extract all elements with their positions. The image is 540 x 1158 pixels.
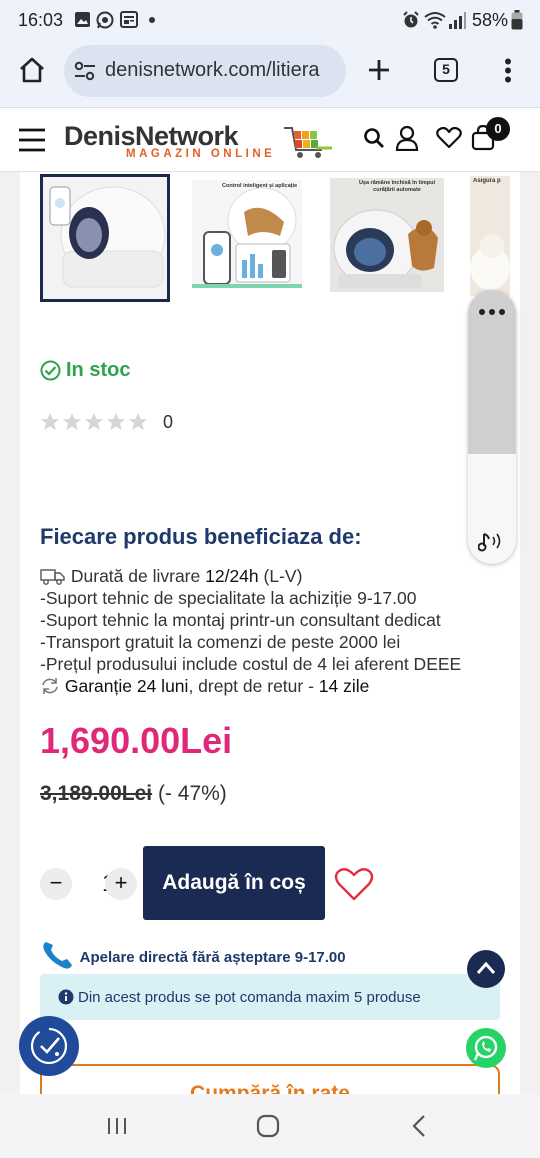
url-text: denisnetwork.com/litiera: [105, 59, 320, 81]
site-settings-icon[interactable]: [74, 61, 96, 81]
accessibility-icon: [30, 1027, 68, 1065]
whatsapp-icon: [96, 11, 114, 29]
star-icon: [129, 413, 147, 430]
home-nav-icon[interactable]: [256, 1114, 280, 1138]
more-menu-icon[interactable]: [504, 58, 512, 84]
battery-icon: [511, 10, 523, 30]
star-icons: [41, 413, 147, 430]
edge-side-panel[interactable]: [468, 290, 516, 564]
stock-label: In stoc: [66, 359, 131, 381]
product-thumbnail-2[interactable]: Control inteligent și aplicație: [192, 180, 302, 288]
system-navigation-bar: [0, 1094, 540, 1158]
current-price: 1,690.00Lei: [40, 720, 233, 761]
hamburger-menu-icon[interactable]: [18, 128, 46, 152]
new-tab-icon[interactable]: [367, 58, 391, 82]
signal-icon: [449, 12, 466, 29]
old-price: 3,189.00Lei: [40, 782, 153, 805]
logo-tagline: MAGAZIN ONLINE: [126, 148, 276, 160]
call-line-text: Apelare directă fără așteptare 9-17.00: [79, 949, 346, 966]
thumbnail-caption: Control inteligent și aplicație: [222, 183, 298, 189]
image-icon: [75, 12, 90, 27]
phone-icon: [43, 942, 72, 969]
address-bar[interactable]: denisnetwork.com/litiera: [64, 45, 346, 97]
more-dots-icon[interactable]: [478, 308, 506, 316]
check-circle-icon: [40, 360, 61, 381]
refresh-icon: [42, 678, 58, 694]
logo-cart-icon: [284, 127, 332, 158]
benefit-line: -Suport tehnic la montaj printr-un consu…: [40, 610, 441, 630]
wishlist-icon[interactable]: [436, 127, 462, 149]
delivery-value: 12/24h: [205, 566, 259, 586]
benefit-warranty: Garanție 24 luni, drept de retur - 14 zi…: [40, 676, 369, 697]
read-aloud-icon[interactable]: [478, 530, 506, 554]
cart-count-badge: 0: [486, 117, 510, 141]
delivery-suffix: (L-V): [263, 566, 303, 586]
old-price-row: 3,189.00Lei (- 47%): [40, 782, 227, 806]
whatsapp-chat-button[interactable]: [466, 1028, 506, 1068]
thumbnail-caption: Ușa rămâne închisă în timpul curățării a…: [358, 180, 436, 193]
buy-installments-button[interactable]: Cumpără în rate: [40, 1064, 500, 1094]
star-icon: [63, 413, 81, 430]
product-thumbnail-3[interactable]: Ușa rămâne închisă în timpul curățării a…: [330, 178, 444, 292]
warranty-middle: , drept de retur -: [188, 676, 314, 696]
benefits-heading: Fiecare produs beneficiaza de:: [40, 524, 362, 549]
star-icon: [41, 413, 59, 430]
wifi-icon: [424, 12, 446, 29]
tabs-icon[interactable]: 5: [434, 58, 458, 82]
page-content: Control inteligent și aplicație Ușa rămâ…: [0, 172, 540, 1094]
star-icon: [85, 413, 103, 430]
battery-percent: 58%: [472, 10, 509, 30]
quantity-increase-button[interactable]: +: [105, 868, 137, 900]
chevron-up-icon: [476, 961, 496, 974]
status-time: 16:03: [18, 10, 64, 30]
add-to-wishlist-heart-icon[interactable]: [334, 866, 374, 902]
info-icon: [58, 989, 74, 1005]
door-closed-image: [330, 178, 444, 292]
benefit-line: -Transport gratuit la comenzi de peste 2…: [40, 632, 401, 652]
browser-toolbar: denisnetwork.com/litiera 5: [0, 40, 540, 108]
alarm-icon: [403, 11, 419, 28]
star-icon: [107, 413, 125, 430]
warranty-value: Garanție 24 luni: [64, 676, 189, 696]
product-thumbnail-1[interactable]: [40, 174, 170, 302]
app-control-image: [192, 180, 302, 288]
back-to-top-button[interactable]: [467, 950, 505, 988]
quantity-decrease-button[interactable]: −: [40, 868, 72, 900]
benefit-line: -Suport tehnic de specialitate la achizi…: [40, 588, 417, 608]
direct-call-line[interactable]: Apelare directă fără așteptare 9-17.00: [40, 938, 346, 970]
rating-stars[interactable]: [40, 412, 152, 437]
return-days: 14 zile: [318, 676, 370, 696]
max-order-info: Din acest produs se pot comanda maxim 5 …: [40, 974, 500, 1020]
installments-label: Cumpără în rate: [190, 1082, 350, 1094]
benefit-line: -Prețul produsului include costul de 4 l…: [40, 654, 462, 674]
add-to-cart-button[interactable]: Adaugă în coș: [143, 846, 325, 920]
site-header: DenisNetwork MAGAZIN ONLINE: [0, 108, 540, 172]
rating-count: 0: [163, 412, 174, 432]
status-bar: 16:03 58%: [0, 0, 540, 40]
benefit-delivery: Durată de livrare 12/24h (L-V): [40, 566, 302, 587]
account-icon[interactable]: [395, 125, 419, 151]
whatsapp-icon: [473, 1035, 498, 1061]
product-thumbnail-4[interactable]: Asigură p: [470, 176, 510, 296]
back-nav-icon[interactable]: [410, 1114, 428, 1138]
litter-box-image: [43, 177, 167, 299]
delivery-truck-icon: [40, 569, 65, 585]
delivery-prefix: Durată de livrare: [70, 566, 201, 586]
home-icon[interactable]: [18, 56, 46, 84]
dot-icon: [149, 17, 155, 23]
recent-apps-icon[interactable]: [106, 1116, 128, 1136]
discount-label: (- 47%): [157, 782, 227, 805]
max-order-text: Din acest produs se pot comanda maxim 5 …: [78, 989, 421, 1006]
thumbnail-caption: Asigură p: [473, 178, 501, 184]
product-card: Control inteligent și aplicație Ușa rămâ…: [20, 172, 520, 1094]
news-icon: [120, 11, 138, 28]
accessibility-button[interactable]: [19, 1016, 79, 1076]
cat-image: [470, 176, 510, 296]
search-icon[interactable]: [363, 127, 385, 149]
